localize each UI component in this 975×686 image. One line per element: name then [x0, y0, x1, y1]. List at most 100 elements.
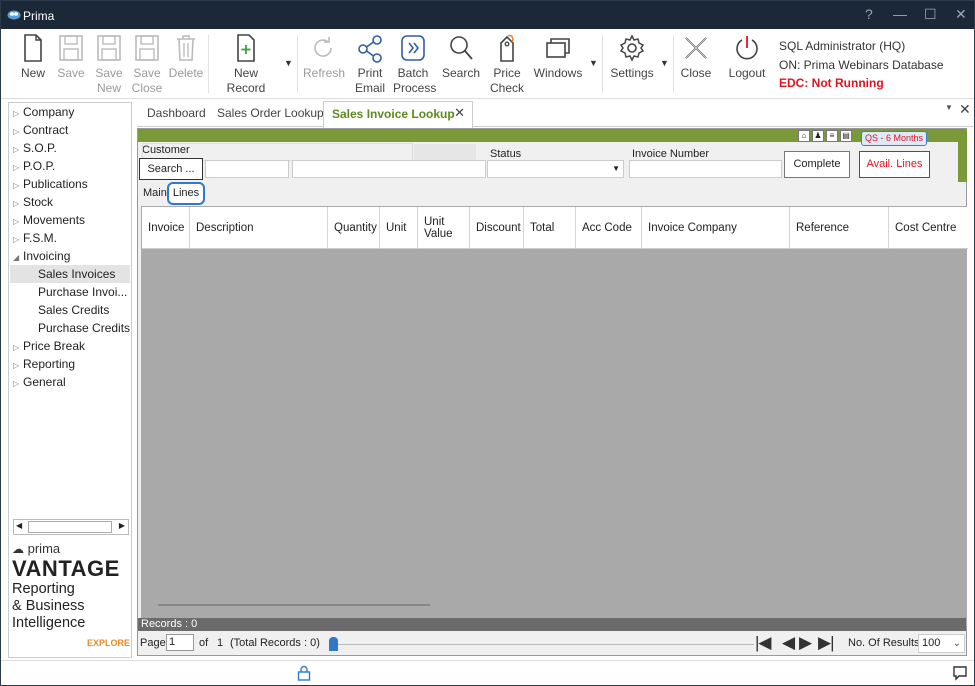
- page-number-input[interactable]: 1: [166, 634, 194, 651]
- save-button[interactable]: Save: [55, 33, 87, 81]
- share-icon: [358, 35, 382, 63]
- close-tab-icon[interactable]: ✕: [454, 105, 465, 121]
- minimize-button[interactable]: —: [893, 6, 907, 22]
- sidebar-item-company[interactable]: ▷ Company: [13, 104, 74, 120]
- new-record-button[interactable]: New Record: [213, 33, 279, 96]
- subtab-lines[interactable]: Lines: [167, 182, 205, 205]
- lock-icon[interactable]: [297, 665, 311, 681]
- maximize-button[interactable]: ☐: [924, 6, 937, 23]
- last-page-icon[interactable]: ▶|: [818, 633, 834, 653]
- sidebar-item-price-break[interactable]: ▷ Price Break: [13, 338, 85, 354]
- person-icon[interactable]: ♟: [812, 130, 824, 142]
- refresh-button[interactable]: Refresh: [303, 33, 345, 81]
- scroll-left-icon[interactable]: ◀: [16, 521, 22, 530]
- chevron-down-icon[interactable]: ⌄: [953, 635, 961, 652]
- sidebar-item-general[interactable]: ▷ General: [13, 374, 66, 390]
- customer-address-field[interactable]: [292, 160, 486, 178]
- sidebar-item-publications[interactable]: ▷ Publications: [13, 176, 88, 192]
- chat-icon[interactable]: [952, 665, 968, 681]
- customer-name-field[interactable]: [205, 160, 289, 178]
- status-select[interactable]: ▼: [487, 160, 624, 178]
- scroll-right-icon[interactable]: ▶: [119, 521, 125, 530]
- column-header-acc-code[interactable]: Acc Code: [576, 207, 642, 249]
- new-button[interactable]: New: [17, 33, 49, 81]
- column-header-cost-centre[interactable]: Cost Centre: [889, 207, 968, 249]
- column-header-description[interactable]: Description: [190, 207, 328, 249]
- close-all-icon[interactable]: ✕: [959, 101, 971, 118]
- subtab-main[interactable]: Main: [143, 187, 167, 199]
- sidebar-item-invoicing[interactable]: ◢ Invoicing: [13, 248, 70, 264]
- save-new-button[interactable]: Save New: [93, 33, 125, 96]
- page-slider-track[interactable]: [334, 644, 754, 645]
- sidebar-item-reporting[interactable]: ▷ Reporting: [13, 356, 75, 372]
- column-header-total[interactable]: Total: [524, 207, 576, 249]
- tab-sales-invoice-lookup[interactable]: Sales Invoice Lookup ✕: [323, 101, 473, 128]
- scrollbar-thumb[interactable]: [28, 521, 112, 533]
- sidebar-item-purchase-invoices[interactable]: Purchase Invoi...: [10, 283, 130, 301]
- next-page-icon[interactable]: ▶: [799, 633, 812, 653]
- previous-page-icon[interactable]: ◀: [782, 633, 795, 653]
- avail-lines-button[interactable]: Avail. Lines: [859, 151, 930, 178]
- column-header-reference[interactable]: Reference: [790, 207, 889, 249]
- sidebar-item-sales-credits[interactable]: Sales Credits: [10, 301, 130, 319]
- windows-button[interactable]: Windows: [532, 33, 584, 81]
- column-header-invoice-company[interactable]: Invoice Company: [642, 207, 790, 249]
- batch-label-2: Process: [393, 81, 437, 95]
- sidebar-item-contract[interactable]: ▷ Contract: [13, 122, 68, 138]
- new-document-icon: [24, 34, 42, 62]
- print-email-button[interactable]: Print Email: [353, 33, 387, 96]
- column-header-discount[interactable]: Discount: [470, 207, 524, 249]
- tabs-menu-icon[interactable]: ▼: [945, 103, 953, 112]
- sidebar-item-movements[interactable]: ▷ Movements: [13, 212, 85, 228]
- sidebar-item-fsm[interactable]: ▷ F.S.M.: [13, 230, 57, 246]
- page-slider-thumb[interactable]: [329, 637, 338, 651]
- home-icon[interactable]: ⌂: [798, 130, 810, 142]
- grid-header: Invoice Description Quantity Unit Unit V…: [142, 207, 968, 249]
- close-window-button[interactable]: ✕: [955, 6, 967, 23]
- list-icon[interactable]: ≡: [826, 130, 838, 142]
- sidebar-horizontal-scrollbar[interactable]: ◀ ▶: [13, 519, 129, 535]
- new-record-dropdown-icon[interactable]: ▼: [284, 58, 293, 68]
- invoice-number-field[interactable]: [629, 160, 782, 178]
- save-close-button[interactable]: Save Close: [131, 33, 163, 96]
- sidebar-item-pop[interactable]: ▷ P.O.P.: [13, 158, 55, 174]
- tab-dashboard[interactable]: Dashboard: [147, 106, 206, 120]
- save-close-icon: [135, 35, 159, 61]
- customer-search-button[interactable]: Search ...: [139, 158, 203, 180]
- settings-button[interactable]: Settings: [609, 33, 655, 81]
- tab-sales-order-lookup[interactable]: Sales Order Lookup: [217, 106, 324, 120]
- sidebar-item-stock[interactable]: ▷ Stock: [13, 194, 53, 210]
- prima-brand: ☁ prima: [12, 541, 131, 557]
- help-icon[interactable]: ?: [865, 6, 873, 22]
- quick-search-period-button[interactable]: QS - 6 Months: [861, 131, 927, 146]
- table-icon[interactable]: ▤: [840, 130, 852, 142]
- results-per-page-select[interactable]: 100 ⌄: [918, 634, 965, 653]
- settings-dropdown-icon[interactable]: ▼: [660, 58, 669, 68]
- explore-link[interactable]: EXPLORE: [12, 638, 131, 648]
- logout-button[interactable]: Logout: [726, 33, 768, 81]
- grid-horizontal-scrollbar[interactable]: [158, 604, 430, 606]
- sidebar-item-purchase-credits[interactable]: Purchase Credits: [10, 319, 130, 337]
- sidebar-item-label: Contract: [23, 123, 69, 137]
- chevron-down-icon[interactable]: ▼: [612, 164, 620, 173]
- column-header-unit-value[interactable]: Unit Value: [418, 207, 470, 249]
- vantage-brand-panel[interactable]: ☁ prima VANTAGE Reporting & Business Int…: [12, 541, 131, 648]
- batch-process-button[interactable]: Batch Process: [393, 33, 437, 96]
- complete-button[interactable]: Complete: [784, 151, 850, 178]
- delete-button[interactable]: Delete: [168, 33, 204, 81]
- column-header-unit[interactable]: Unit: [380, 207, 418, 249]
- sidebar-item-sales-invoices[interactable]: Sales Invoices: [10, 265, 130, 283]
- column-header-invoice[interactable]: Invoice: [142, 207, 190, 249]
- sidebar-item-label: Stock: [23, 195, 54, 209]
- column-header-quantity[interactable]: Quantity: [328, 207, 380, 249]
- search-button[interactable]: Search: [442, 33, 480, 81]
- expand-arrow-icon: ▷: [13, 343, 20, 352]
- invoice-lines-grid[interactable]: Invoice Description Quantity Unit Unit V…: [141, 206, 968, 626]
- close-button[interactable]: Close: [679, 33, 713, 81]
- first-page-icon[interactable]: |◀: [755, 633, 771, 653]
- price-check-button[interactable]: Price Check: [489, 33, 525, 96]
- ribbon-separator: [673, 35, 674, 93]
- windows-dropdown-icon[interactable]: ▼: [589, 58, 598, 68]
- batch-label-1: Batch: [397, 66, 429, 80]
- sidebar-item-sop[interactable]: ▷ S.O.P.: [13, 140, 57, 156]
